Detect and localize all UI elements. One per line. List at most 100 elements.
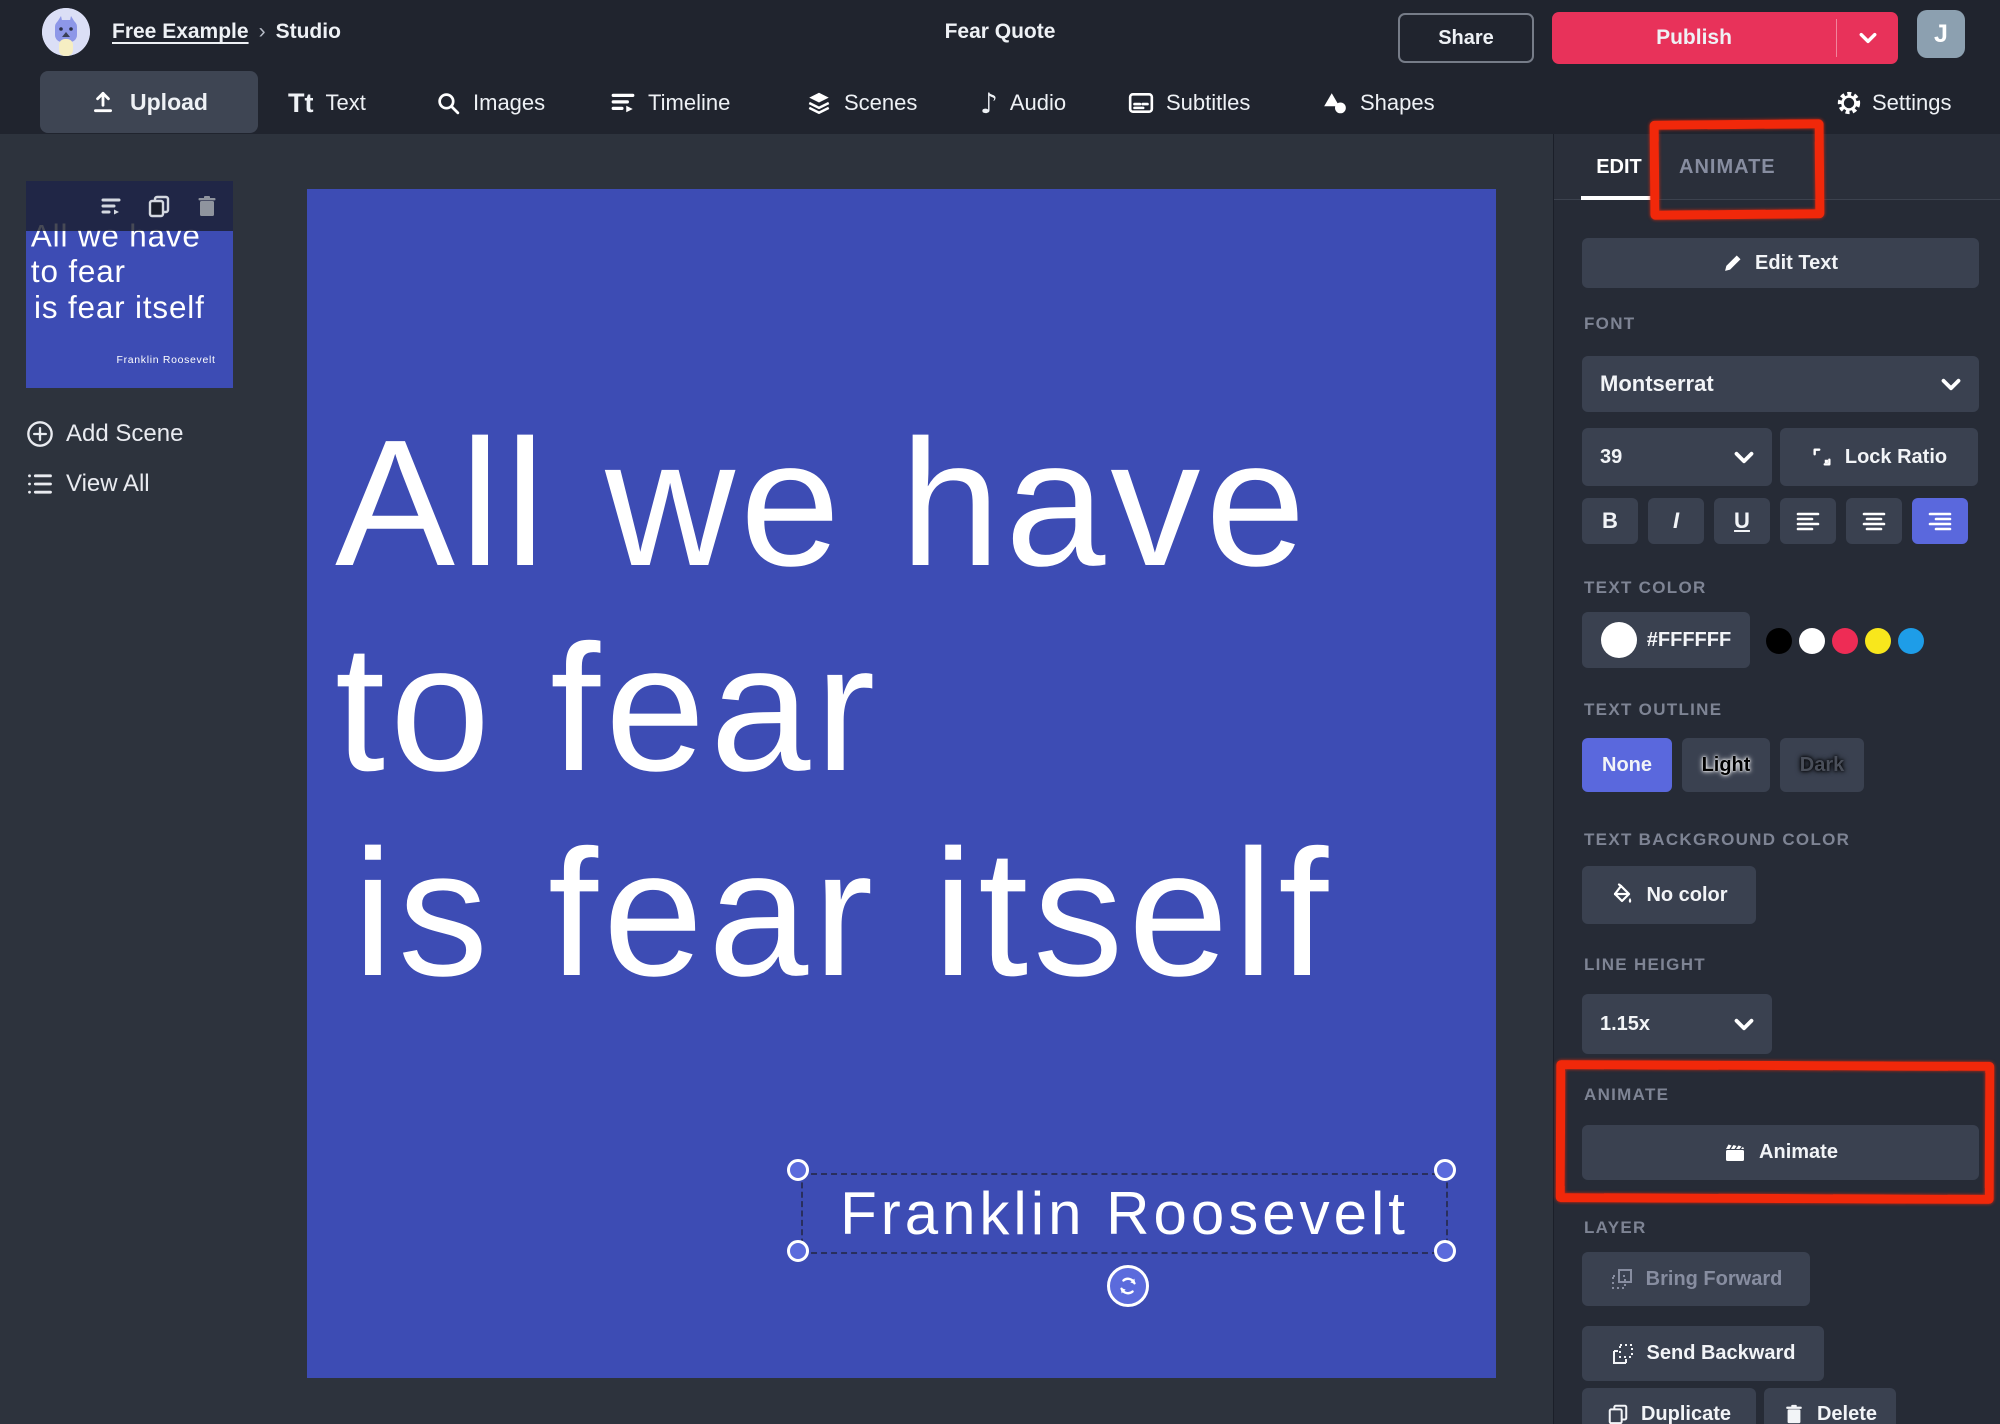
thumb-quote-line: is fear itself <box>34 292 205 323</box>
view-all-button[interactable]: View All <box>26 464 150 504</box>
text-color-section-label: TEXT COLOR <box>1584 578 1707 598</box>
toolbar-item-images[interactable]: Images <box>436 80 545 126</box>
lock-ratio-icon <box>1811 446 1833 468</box>
pencil-icon <box>1723 253 1743 273</box>
selection-handle-bottom-left[interactable] <box>787 1240 809 1262</box>
animate-button-label: Animate <box>1759 1141 1838 1164</box>
settings-label: Settings <box>1872 90 1952 116</box>
toolbar-item-subtitles[interactable]: Subtitles <box>1128 80 1250 126</box>
color-dot-blue[interactable] <box>1898 628 1924 654</box>
duplicate-scene-icon[interactable] <box>147 194 171 218</box>
toolbar-item-text[interactable]: Tt Text <box>288 80 366 126</box>
bring-forward-button[interactable]: Bring Forward <box>1582 1252 1810 1306</box>
toolbar-item-audio[interactable]: ♪ Audio <box>980 80 1066 126</box>
add-scene-button[interactable]: Add Scene <box>26 414 183 454</box>
selection-handle-top-left[interactable] <box>787 1159 809 1181</box>
line-height-select[interactable]: 1.15x <box>1582 994 1772 1054</box>
shapes-icon <box>1322 90 1348 116</box>
clapperboard-icon <box>1723 1141 1747 1165</box>
align-center-button[interactable] <box>1846 498 1902 544</box>
paint-bucket-icon <box>1610 883 1634 907</box>
text-background-button[interactable]: No color <box>1582 866 1756 924</box>
line-height-value: 1.15x <box>1600 1013 1650 1036</box>
breadcrumb-workspace-link[interactable]: Free Example <box>112 20 249 44</box>
editor-canvas[interactable]: All we have to fear is fear itself Frank… <box>307 189 1496 1378</box>
layer-section-label: LAYER <box>1584 1218 1647 1238</box>
bring-forward-label: Bring Forward <box>1646 1268 1783 1291</box>
scene-thumbnail[interactable]: All we have to fear is fear itself Frank… <box>26 181 233 388</box>
text-color-picker[interactable]: #FFFFFF <box>1582 612 1750 668</box>
animate-button[interactable]: Animate <box>1582 1125 1979 1180</box>
toolbar-label: Timeline <box>648 90 730 116</box>
text-color-value: #FFFFFF <box>1647 629 1731 652</box>
breadcrumb-page: Studio <box>276 20 341 44</box>
publish-button[interactable]: Publish <box>1552 12 1898 64</box>
font-family-select[interactable]: Montserrat <box>1582 356 1979 412</box>
align-center-icon <box>1862 511 1886 531</box>
user-avatar[interactable]: J <box>1917 10 1965 58</box>
toolbar-item-shapes[interactable]: Shapes <box>1322 80 1435 126</box>
color-dot-white[interactable] <box>1799 628 1825 654</box>
selection-handle-top-right[interactable] <box>1434 1159 1456 1181</box>
italic-button[interactable]: I <box>1648 498 1704 544</box>
chevron-down-icon <box>1734 451 1754 464</box>
outline-light-button[interactable]: Light <box>1682 738 1770 792</box>
chevron-down-icon <box>1941 378 1961 391</box>
quote-line-2[interactable]: to fear <box>335 619 880 799</box>
quote-line-1[interactable]: All we have <box>335 414 1310 594</box>
project-title[interactable]: Fear Quote <box>945 0 1056 64</box>
font-family-value: Montserrat <box>1600 371 1714 397</box>
lock-ratio-button[interactable]: Lock Ratio <box>1780 428 1978 486</box>
line-height-section-label: LINE HEIGHT <box>1584 955 1706 975</box>
rotate-handle[interactable] <box>1107 1265 1149 1307</box>
kapwing-studio-app: Free Example › Studio Fear Quote Share P… <box>0 0 2000 1424</box>
outline-none-button[interactable]: None <box>1582 738 1672 792</box>
tab-edit[interactable]: EDIT <box>1581 134 1657 200</box>
font-size-select[interactable]: 39 <box>1582 428 1772 486</box>
delete-button[interactable]: Delete <box>1764 1388 1896 1424</box>
edit-text-button[interactable]: Edit Text <box>1582 238 1979 288</box>
upload-button[interactable]: Upload <box>40 71 258 133</box>
send-backward-icon <box>1611 1342 1635 1366</box>
timeline-icon <box>610 90 636 116</box>
align-right-button[interactable] <box>1912 498 1968 544</box>
duplicate-icon <box>1607 1403 1629 1424</box>
settings-button[interactable]: Settings <box>1836 80 1952 126</box>
align-left-button[interactable] <box>1780 498 1836 544</box>
delete-scene-icon[interactable] <box>195 194 219 218</box>
toolbar-item-scenes[interactable]: Scenes <box>806 80 917 126</box>
bring-forward-icon <box>1610 1267 1634 1291</box>
text-background-value: No color <box>1646 884 1727 907</box>
bold-button[interactable]: B <box>1582 498 1638 544</box>
inspector-panel: EDIT ANIMATE Edit Text FONT Montserrat 3… <box>1553 134 2000 1424</box>
send-backward-label: Send Backward <box>1647 1342 1796 1365</box>
workspace-logo[interactable] <box>42 8 90 56</box>
inspector-tabs: EDIT ANIMATE <box>1554 134 2000 200</box>
color-dot-yellow[interactable] <box>1865 628 1891 654</box>
upload-icon <box>90 89 116 115</box>
reorder-icon[interactable] <box>99 194 123 218</box>
outline-dark-button[interactable]: Dark <box>1780 738 1864 792</box>
align-left-icon <box>1796 511 1820 531</box>
color-dot-red[interactable] <box>1832 628 1858 654</box>
tab-animate[interactable]: ANIMATE <box>1679 134 1776 200</box>
chevron-down-icon <box>1734 1018 1754 1031</box>
toolbar-item-timeline[interactable]: Timeline <box>610 80 730 126</box>
duplicate-button[interactable]: Duplicate <box>1582 1388 1756 1424</box>
selected-text-layer[interactable]: Franklin Roosevelt <box>801 1173 1448 1254</box>
font-size-value: 39 <box>1600 446 1622 469</box>
thumb-author: Franklin Roosevelt <box>117 353 216 365</box>
search-icon <box>436 91 461 116</box>
scene-thumbnail-toolbar <box>26 181 233 231</box>
toolbar-label: Audio <box>1010 90 1066 116</box>
share-button[interactable]: Share <box>1398 13 1534 63</box>
quote-line-3[interactable]: is fear itself <box>353 824 1333 1004</box>
send-backward-button[interactable]: Send Backward <box>1582 1326 1824 1381</box>
publish-dropdown-toggle[interactable] <box>1837 12 1898 64</box>
publish-label: Publish <box>1552 12 1836 64</box>
layers-icon <box>806 90 832 116</box>
chevron-down-icon <box>1859 32 1877 44</box>
color-dot-black[interactable] <box>1766 628 1792 654</box>
selection-handle-bottom-right[interactable] <box>1434 1240 1456 1262</box>
underline-button[interactable]: U <box>1714 498 1770 544</box>
